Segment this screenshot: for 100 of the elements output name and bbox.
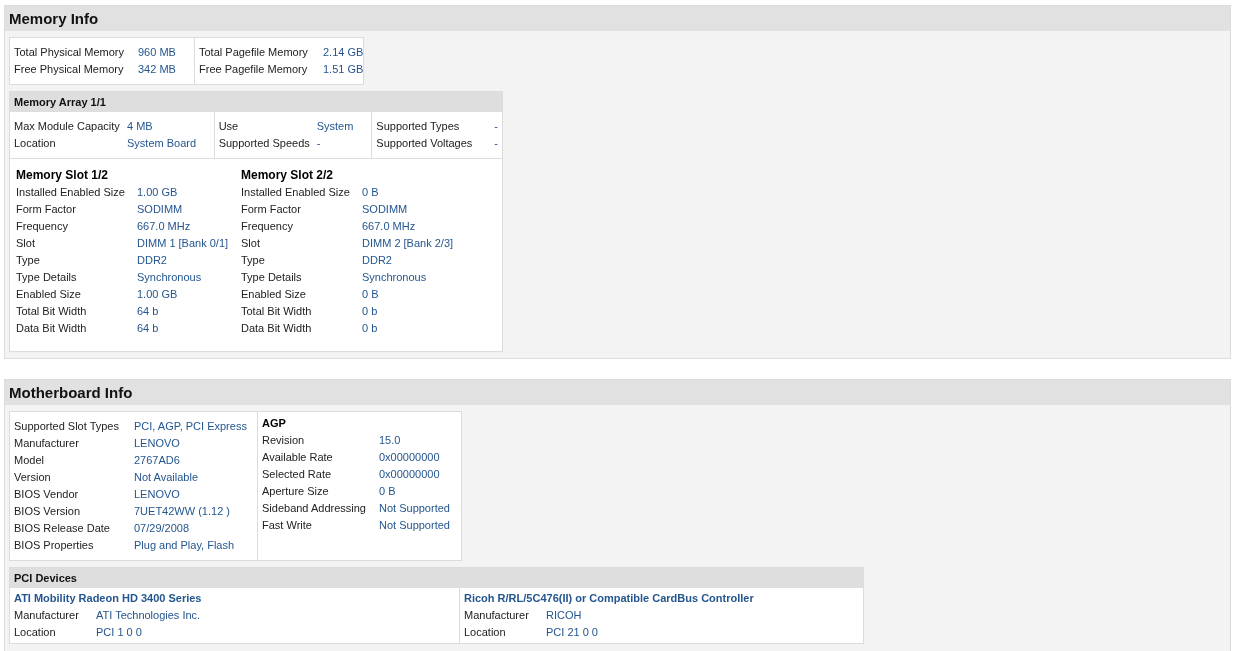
property-label: Form Factor	[241, 202, 301, 217]
device-name: Ricoh R/RL/5C476(II) or Compatible CardBus Controller	[464, 591, 755, 606]
property-value: SODIMM	[137, 202, 183, 217]
property-value: -	[494, 136, 498, 151]
property-label: BIOS Version	[14, 504, 81, 519]
property-label: Data Bit Width	[241, 321, 312, 336]
property-label: Sideband Addressing	[262, 501, 366, 516]
property-label: Use	[218, 119, 239, 134]
property-value: System Board	[127, 136, 197, 151]
property-label: Manufacturer	[464, 608, 529, 623]
property-value: PCI 1 0 0	[96, 625, 142, 640]
property-value: 1.51 GB	[323, 62, 364, 77]
property-value: 960 MB	[138, 45, 176, 60]
property-value: 0 B	[379, 484, 396, 499]
property-label: Supported Slot Types	[14, 419, 119, 434]
property-label: Model	[14, 453, 44, 468]
property-label: BIOS Properties	[14, 538, 94, 553]
property-value: 7UET42WW (1.12 )	[134, 504, 230, 519]
property-label: Type	[16, 253, 40, 268]
property-label: Location	[14, 625, 56, 640]
property-label: Supported Types	[376, 119, 460, 134]
property-value: RICOH	[546, 608, 582, 623]
slot-title: Memory Slot 1/2	[16, 167, 110, 184]
property-value: DDR2	[137, 253, 167, 268]
property-label: Free Physical Memory	[14, 62, 124, 77]
property-value: 0 b	[362, 321, 378, 336]
property-value: PCI, AGP, PCI Express	[134, 419, 247, 434]
slot-title: Memory Slot 2/2	[241, 167, 335, 184]
property-value: ATI Technologies Inc.	[96, 608, 201, 623]
section-header: Motherboard Info	[5, 380, 1230, 405]
property-label: Version	[14, 470, 51, 485]
property-label: Data Bit Width	[16, 321, 87, 336]
property-value: Not Available	[134, 470, 198, 485]
property-label: Supported Voltages	[376, 136, 473, 151]
property-label: Slot	[16, 236, 35, 251]
property-value: 64 b	[137, 304, 159, 319]
property-label: Selected Rate	[262, 467, 332, 482]
property-label: Free Pagefile Memory	[199, 62, 308, 77]
property-label: Location	[14, 136, 56, 151]
property-value: -	[316, 136, 321, 151]
property-label: Enabled Size	[16, 287, 81, 302]
agp-title: AGP	[262, 416, 287, 431]
property-label: Location	[464, 625, 506, 640]
property-value: 0 b	[362, 304, 378, 319]
property-value: 2.14 GB	[323, 45, 364, 60]
property-label: Manufacturer	[14, 608, 79, 623]
subsection-header: PCI Devices	[10, 568, 863, 588]
property-label: Installed Enabled Size	[241, 185, 350, 200]
section-header: Memory Info	[5, 6, 1230, 31]
property-value: 15.0	[379, 433, 401, 448]
property-label: Aperture Size	[262, 484, 329, 499]
property-label: Total Pagefile Memory	[199, 45, 308, 60]
property-value: Plug and Play, Flash	[134, 538, 235, 553]
property-label: Supported Speeds	[218, 136, 310, 151]
property-value: 0 B	[362, 185, 379, 200]
device-name: ATI Mobility Radeon HD 3400 Series	[14, 591, 203, 606]
property-label: Enabled Size	[241, 287, 306, 302]
property-value: -	[494, 119, 498, 134]
property-label: Total Bit Width	[241, 304, 312, 319]
property-value: 667.0 MHz	[362, 219, 416, 234]
property-value: System	[316, 119, 354, 134]
property-label: Manufacturer	[14, 436, 79, 451]
property-value: LENOVO	[134, 436, 180, 451]
property-value: 4 MB	[127, 119, 153, 134]
property-value: 342 MB	[138, 62, 176, 77]
subsection-header: Memory Array 1/1	[10, 92, 502, 112]
property-value: 0 B	[362, 287, 379, 302]
property-value: Synchronous	[362, 270, 427, 285]
property-label: Installed Enabled Size	[16, 185, 125, 200]
property-label: Revision	[262, 433, 305, 448]
property-value: LENOVO	[134, 487, 180, 502]
property-value: 2767AD6	[134, 453, 180, 468]
property-label: Type Details	[16, 270, 77, 285]
property-value: DIMM 2 [Bank 2/3]	[362, 236, 454, 251]
property-value: 1.00 GB	[137, 185, 178, 200]
property-label: Type Details	[241, 270, 302, 285]
property-value: 667.0 MHz	[137, 219, 191, 234]
property-label: Form Factor	[16, 202, 76, 217]
property-label: Max Module Capacity	[14, 119, 120, 134]
property-value: SODIMM	[362, 202, 408, 217]
property-value: DDR2	[362, 253, 392, 268]
property-label: BIOS Release Date	[14, 521, 110, 536]
property-value: 0x00000000	[379, 450, 440, 465]
property-value: 07/29/2008	[134, 521, 190, 536]
property-label: Type	[241, 253, 265, 268]
property-value: Not Supported	[379, 518, 450, 533]
property-label: Total Physical Memory	[14, 45, 125, 60]
property-label: Frequency	[241, 219, 293, 234]
property-value: Synchronous	[137, 270, 202, 285]
property-value: PCI 21 0 0	[546, 625, 598, 640]
property-value: 0x00000000	[379, 467, 440, 482]
property-label: Available Rate	[262, 450, 333, 465]
property-label: BIOS Vendor	[14, 487, 79, 502]
property-value: Not Supported	[379, 501, 450, 516]
property-value: DIMM 1 [Bank 0/1]	[137, 236, 229, 251]
property-label: Slot	[241, 236, 260, 251]
property-label: Fast Write	[262, 518, 312, 533]
property-value: 64 b	[137, 321, 159, 336]
property-label: Frequency	[16, 219, 68, 234]
property-value: 1.00 GB	[137, 287, 178, 302]
